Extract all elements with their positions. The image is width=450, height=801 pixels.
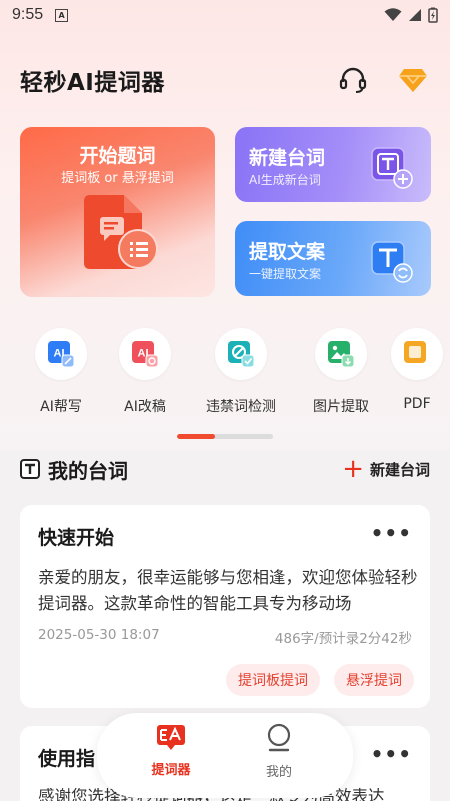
script-word-count: 486字/预计录2分42秒: [274, 631, 412, 647]
extract-copy-title: 提取文案: [249, 241, 326, 263]
start-prompting-title: 开始题词: [79, 145, 156, 167]
tools-scroll-indicator: [177, 434, 273, 439]
my-scripts-title: 我的台词: [48, 458, 128, 483]
tab-mine[interactable]: 我的: [239, 723, 319, 780]
app-header: 轻秒AI提词器: [20, 62, 430, 98]
new-script-card[interactable]: 新建台词 AI生成新台词: [235, 127, 431, 202]
tab-teleprompter[interactable]: 提词器: [131, 723, 211, 778]
new-script-title: 新建台词: [249, 147, 326, 169]
app-title: 轻秒AI提词器: [20, 70, 165, 96]
battery-icon: [428, 7, 438, 23]
my-scripts-header: 我的台词 + 新建台词: [20, 454, 430, 484]
tool-label: AI改稿: [124, 399, 166, 415]
banned-word-check-icon: [228, 341, 255, 368]
ai-write-icon: AI: [48, 341, 75, 368]
headset-icon[interactable]: [336, 63, 370, 97]
extract-copy-card[interactable]: 提取文案 一键提取文案: [235, 221, 431, 296]
tool-row[interactable]: AI AI帮写 AI AI改稿 违禁词检测 图片提取 PDF: [0, 328, 450, 418]
profile-tab-icon: [267, 723, 291, 752]
teleprompter-tab-icon: [157, 725, 185, 750]
tools-scroll-thumb: [177, 434, 216, 439]
new-script-link-label: 新建台词: [369, 460, 430, 479]
start-prompting-subtitle: 提词板 or 悬浮提词: [61, 171, 174, 186]
notification-icon: A: [55, 8, 69, 22]
pdf-icon: [404, 341, 426, 363]
image-extract-icon: [328, 341, 355, 368]
extract-copy-subtitle: 一键提取文案: [249, 267, 322, 281]
script-title: 使用指: [38, 748, 96, 770]
signal-icon: [409, 9, 421, 21]
bottom-tab-bar: 提词器 我的: [97, 713, 353, 798]
board-prompt-button[interactable]: 提词板提词: [226, 664, 320, 696]
new-script-subtitle: AI生成新台词: [249, 173, 321, 187]
extract-text-icon: [371, 241, 413, 283]
more-options-icon[interactable]: •••: [371, 742, 412, 766]
diamond-icon[interactable]: [396, 63, 430, 97]
tab-label: 我的: [265, 765, 292, 780]
status-bar: 9:55 A: [0, 0, 450, 30]
script-preview: 亲爱的朋友，很幸运能够与您相逢，欢迎您体验轻秒提词器。这款革命性的智能工具专为移…: [38, 568, 418, 613]
new-script-link[interactable]: + 新建台词: [342, 454, 430, 484]
script-section-icon: [20, 459, 40, 479]
start-prompting-card[interactable]: 开始题词 提词板 or 悬浮提词: [20, 127, 215, 297]
tool-ai-revise[interactable]: AI AI改稿: [100, 328, 190, 416]
new-text-icon: [371, 147, 413, 189]
wifi-icon: [384, 8, 402, 21]
tool-label: PDF: [403, 396, 431, 412]
tool-banned-word-check[interactable]: 违禁词检测: [196, 328, 286, 416]
tool-pdf[interactable]: PDF: [372, 328, 450, 412]
ai-revise-icon: AI: [132, 341, 159, 368]
more-options-icon[interactable]: •••: [371, 521, 412, 545]
float-prompt-button[interactable]: 悬浮提词: [334, 664, 414, 696]
script-card[interactable]: 快速开始 ••• 亲爱的朋友，很幸运能够与您相逢，欢迎您体验轻秒提词器。这款革命…: [20, 505, 430, 708]
tab-label: 提词器: [151, 763, 191, 778]
status-time: 9:55: [12, 6, 44, 23]
plus-icon: +: [342, 454, 364, 484]
tool-ai-write[interactable]: AI AI帮写: [16, 328, 106, 416]
script-date: 2025-05-30 18:07: [38, 627, 160, 643]
script-title: 快速开始: [38, 527, 115, 549]
teleprompter-document-icon: [84, 195, 158, 269]
tool-label: AI帮写: [40, 399, 82, 415]
tool-label: 违禁词检测: [206, 399, 276, 415]
